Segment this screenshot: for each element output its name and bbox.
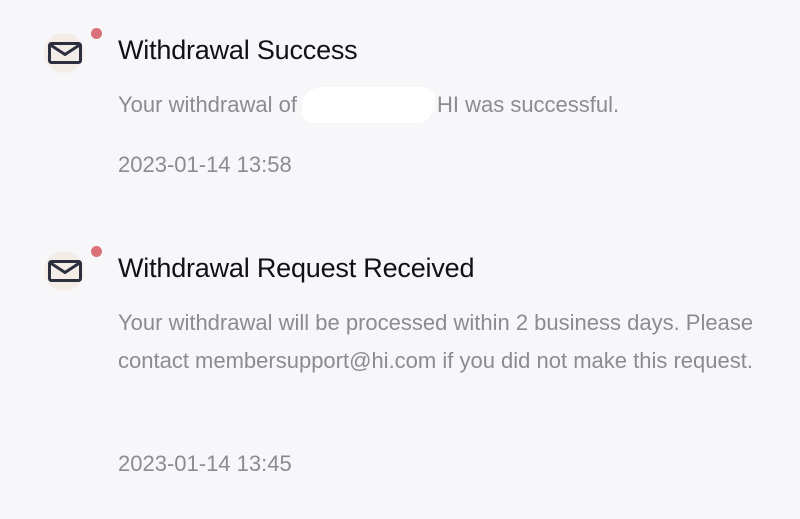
notification-icon-wrapper [44, 246, 102, 291]
notification-icon-wrapper [44, 28, 102, 73]
notification-list: Withdrawal Success Your withdrawal of HI … [0, 0, 800, 519]
notification-timestamp: 2023-01-14 13:58 [118, 152, 292, 177]
mail-icon [44, 251, 84, 291]
message-text-after: HI was successful. [436, 92, 620, 117]
notification-timestamp: 2023-01-14 13:45 [118, 451, 292, 476]
unread-indicator [91, 28, 102, 39]
notification-title: Withdrawal Request Received [118, 253, 475, 283]
notification-message: Your withdrawal of HI was successful. [118, 86, 768, 124]
message-text-before: Your withdrawal of [118, 92, 297, 117]
redacted-amount [304, 89, 431, 119]
unread-indicator [91, 246, 102, 257]
mail-icon [44, 33, 84, 73]
notification-message: Your withdrawal will be processed within… [118, 310, 754, 373]
notification-title: Withdrawal Success [118, 35, 358, 65]
